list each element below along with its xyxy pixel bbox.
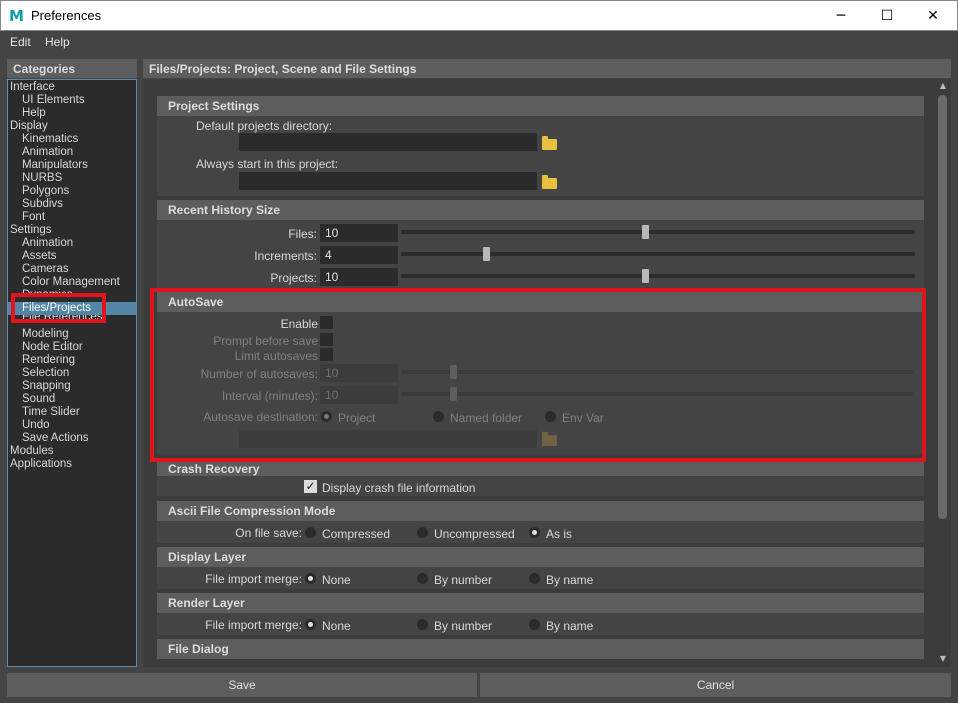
projects-input[interactable]: 10 <box>320 268 398 286</box>
categories-header: Categories <box>7 59 137 78</box>
section-header-ascii-compression[interactable]: Ascii File Compression Mode <box>157 501 924 521</box>
vertical-scrollbar[interactable]: ▲ ▼ <box>936 80 950 665</box>
minimize-button[interactable]: ─ <box>818 1 864 31</box>
category-item-undo[interactable]: Undo <box>8 419 136 432</box>
increments-slider-handle[interactable] <box>483 247 490 261</box>
render-layer-none-label: None <box>322 619 351 633</box>
files-slider-handle[interactable] <box>642 225 649 239</box>
folder-browse-icon[interactable] <box>542 175 557 189</box>
as-is-label: As is <box>546 527 573 541</box>
scroll-down-icon[interactable]: ▼ <box>937 654 949 664</box>
projects-label: Projects: <box>270 271 317 285</box>
display-layer-merge-label: File import merge: <box>205 572 302 586</box>
close-icon: ✕ <box>927 8 939 24</box>
category-item-animation-settings[interactable]: Animation <box>8 237 136 250</box>
category-item-assets[interactable]: Assets <box>8 250 136 263</box>
category-item-time-slider[interactable]: Time Slider <box>8 406 136 419</box>
menu-bar: Edit Help <box>0 31 958 53</box>
default-projects-directory-label: Default projects directory: <box>196 119 333 133</box>
display-crash-file-checkbox[interactable]: ✓ <box>304 480 317 493</box>
menu-edit[interactable]: Edit <box>10 35 31 49</box>
category-item-modeling[interactable]: Modeling <box>8 328 136 341</box>
save-button[interactable]: Save <box>7 673 477 697</box>
increments-label: Increments: <box>254 249 317 263</box>
menu-help[interactable]: Help <box>45 35 70 49</box>
section-header-display-layer[interactable]: Display Layer <box>157 547 924 567</box>
always-start-project-label: Always start in this project: <box>196 157 339 171</box>
projects-slider-handle[interactable] <box>642 269 649 283</box>
category-item-display[interactable]: Display <box>8 120 136 133</box>
category-item-modules[interactable]: Modules <box>8 445 136 458</box>
scroll-up-icon[interactable]: ▲ <box>937 81 949 91</box>
category-item-selection[interactable]: Selection <box>8 367 136 380</box>
category-item-manipulators[interactable]: Manipulators <box>8 159 136 172</box>
category-item-settings[interactable]: Settings <box>8 224 136 237</box>
folder-browse-icon[interactable] <box>542 136 557 150</box>
display-layer-by-name-radio[interactable] <box>529 573 540 584</box>
increments-slider-track[interactable] <box>401 252 915 256</box>
highlight-box-autosave <box>150 288 926 462</box>
section-header-recent-history[interactable]: Recent History Size <box>157 200 924 220</box>
category-item-rendering[interactable]: Rendering <box>8 354 136 367</box>
section-header-project-settings[interactable]: Project Settings <box>157 96 924 116</box>
crash-recovery-body <box>157 476 924 496</box>
display-layer-none-label: None <box>322 573 351 587</box>
cancel-button[interactable]: Cancel <box>480 673 951 697</box>
section-header-file-dialog[interactable]: File Dialog <box>157 639 924 659</box>
as-is-radio[interactable] <box>529 527 540 538</box>
default-projects-directory-field[interactable] <box>239 133 537 151</box>
category-item-kinematics[interactable]: Kinematics <box>8 133 136 146</box>
main-panel-header: Files/Projects: Project, Scene and File … <box>143 59 951 78</box>
render-layer-by-name-radio[interactable] <box>529 619 540 630</box>
category-item-ui-elements[interactable]: UI Elements <box>8 94 136 107</box>
display-layer-none-radio[interactable] <box>305 573 316 584</box>
categories-list: Interface UI Elements Help Display Kinem… <box>7 79 137 667</box>
category-item-save-actions[interactable]: Save Actions <box>8 432 136 445</box>
category-item-nurbs[interactable]: NURBS <box>8 172 136 185</box>
render-layer-merge-label: File import merge: <box>205 618 302 632</box>
category-item-applications[interactable]: Applications <box>8 458 136 471</box>
compressed-radio[interactable] <box>305 527 316 538</box>
category-item-sound[interactable]: Sound <box>8 393 136 406</box>
category-item-animation-display[interactable]: Animation <box>8 146 136 159</box>
category-item-color-management[interactable]: Color Management <box>8 276 136 289</box>
render-layer-by-number-label: By number <box>434 619 493 633</box>
on-file-save-label: On file save: <box>235 526 302 540</box>
projects-slider-track[interactable] <box>401 274 915 278</box>
category-item-subdivs[interactable]: Subdivs <box>8 198 136 211</box>
title-bar: M Preferences ─ ☐ ✕ <box>0 0 958 31</box>
category-item-polygons[interactable]: Polygons <box>8 185 136 198</box>
files-label: Files: <box>288 227 317 241</box>
window-title: Preferences <box>31 8 102 23</box>
category-item-node-editor[interactable]: Node Editor <box>8 341 136 354</box>
uncompressed-label: Uncompressed <box>434 527 515 541</box>
files-slider-track[interactable] <box>401 230 915 234</box>
compressed-label: Compressed <box>322 527 391 541</box>
scrollbar-thumb[interactable] <box>938 95 947 519</box>
uncompressed-radio[interactable] <box>417 527 428 538</box>
category-item-cameras[interactable]: Cameras <box>8 263 136 276</box>
display-layer-by-number-radio[interactable] <box>417 573 428 584</box>
close-button[interactable]: ✕ <box>910 1 956 31</box>
category-item-font[interactable]: Font <box>8 211 136 224</box>
render-layer-by-name-label: By name <box>546 619 594 633</box>
increments-input[interactable]: 4 <box>320 246 398 264</box>
always-start-project-field[interactable] <box>239 172 537 190</box>
render-layer-by-number-radio[interactable] <box>417 619 428 630</box>
section-header-crash-recovery[interactable]: Crash Recovery <box>157 462 924 476</box>
minimize-icon: ─ <box>836 8 846 24</box>
category-item-interface[interactable]: Interface <box>8 81 136 94</box>
maximize-button[interactable]: ☐ <box>864 1 910 31</box>
section-header-render-layer[interactable]: Render Layer <box>157 593 924 613</box>
maya-app-icon: M <box>9 7 24 25</box>
category-item-snapping[interactable]: Snapping <box>8 380 136 393</box>
category-item-help[interactable]: Help <box>8 107 136 120</box>
display-layer-by-number-label: By number <box>434 573 493 587</box>
files-input[interactable]: 10 <box>320 224 398 242</box>
display-crash-file-label: Display crash file information <box>322 481 476 495</box>
maximize-icon: ☐ <box>880 8 894 24</box>
highlight-box-files-projects <box>11 293 106 323</box>
render-layer-none-radio[interactable] <box>305 619 316 630</box>
display-layer-by-name-label: By name <box>546 573 594 587</box>
